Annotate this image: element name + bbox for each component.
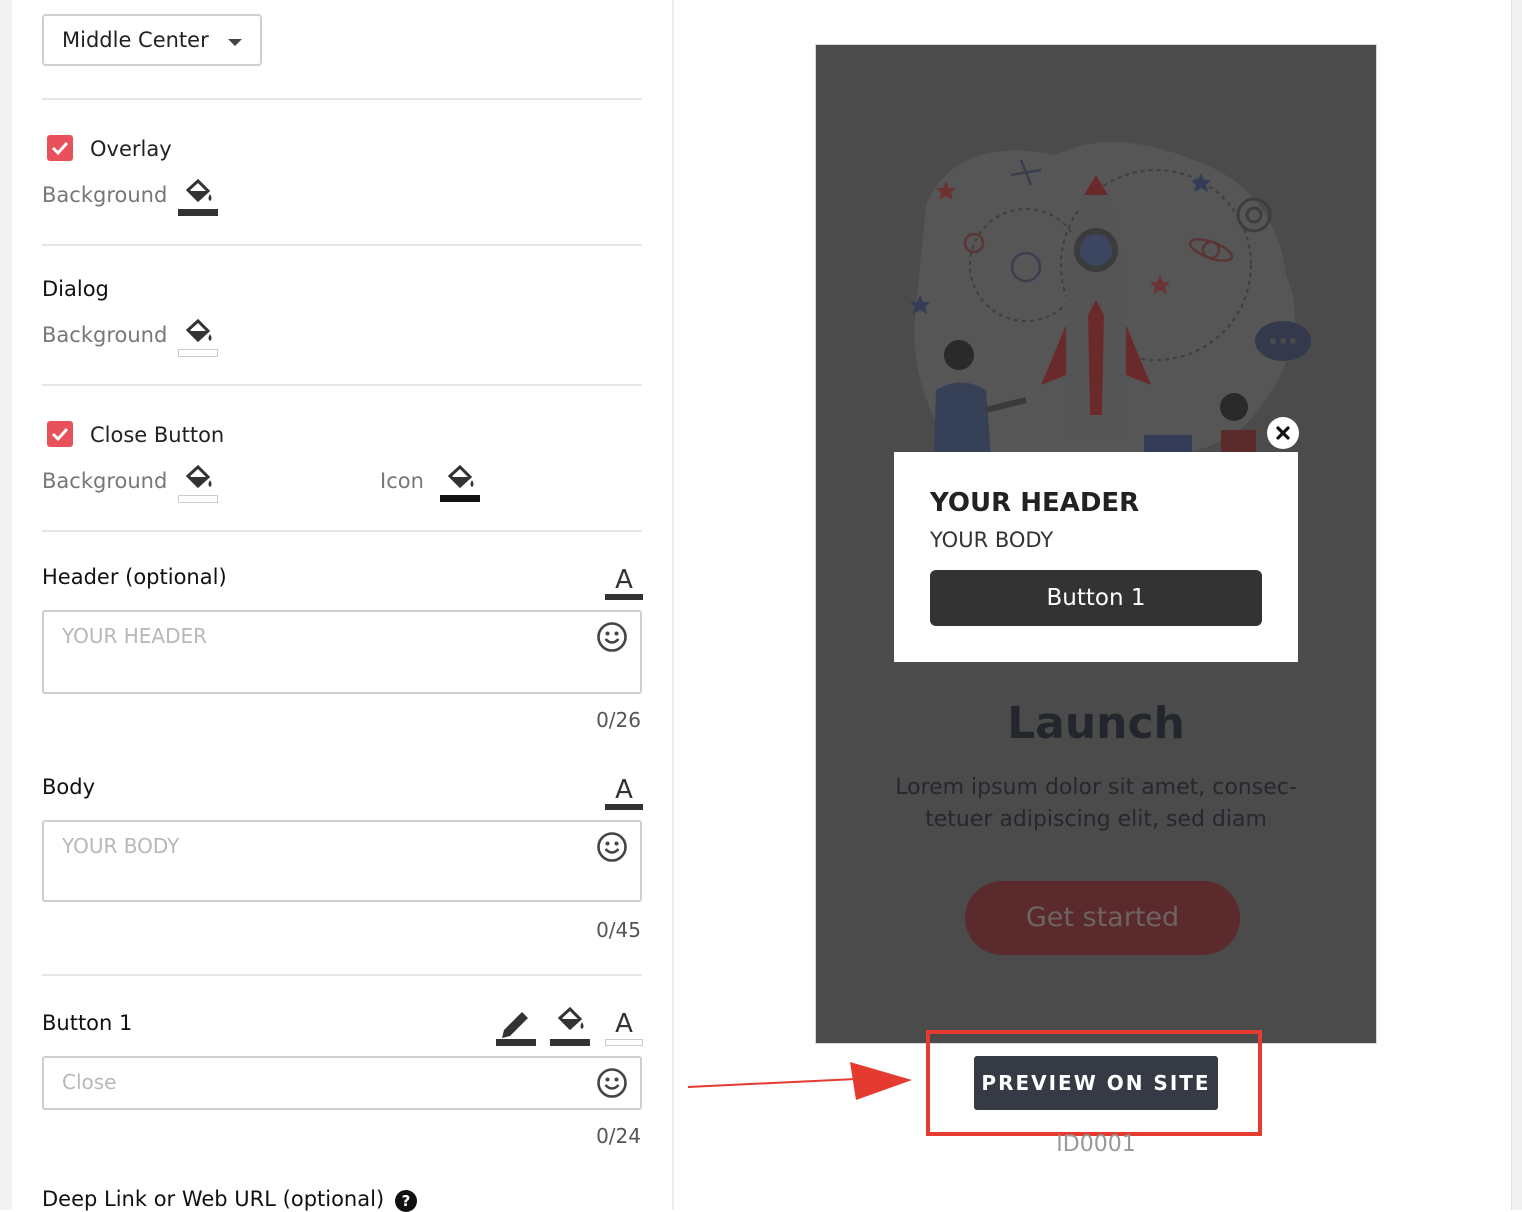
svg-text:?: ? [402, 1192, 411, 1210]
campaign-id-label: ID0001 [1056, 1132, 1136, 1157]
paint-bucket-icon [440, 464, 480, 502]
header-input[interactable]: YOUR HEADER [42, 610, 642, 694]
paint-bucket-icon [178, 464, 218, 503]
svg-text:A: A [615, 565, 633, 595]
button1-input[interactable]: Close [42, 1056, 642, 1110]
header-input-placeholder: YOUR HEADER [62, 624, 208, 648]
dialog-background-color-picker[interactable] [178, 316, 218, 360]
help-icon[interactable]: ? [395, 1190, 417, 1212]
checkmark-icon [51, 141, 69, 156]
pencil-icon [496, 1012, 536, 1046]
preview-dialog-header: YOUR HEADER [930, 488, 1140, 518]
panel-divider [672, 0, 674, 1210]
close-icon [1269, 419, 1297, 447]
close-button-label: Close Button [90, 423, 225, 447]
emoji-icon[interactable] [596, 831, 628, 863]
header-text-color-picker[interactable]: A [604, 562, 644, 602]
button1-char-counter: 0/24 [596, 1124, 641, 1148]
deep-link-section-title: Deep Link or Web URL (optional) [42, 1187, 385, 1211]
divider [42, 98, 642, 100]
preview-dialog: YOUR HEADER YOUR BODY Button 1 [894, 452, 1298, 662]
body-char-counter: 0/45 [596, 918, 641, 942]
left-edge [0, 0, 12, 1210]
close-icon-label: Icon [380, 469, 424, 493]
divider [42, 384, 642, 386]
close-button-checkbox[interactable] [47, 421, 73, 447]
position-select[interactable]: Middle Center [42, 14, 262, 66]
preview-dialog-button[interactable]: Button 1 [930, 570, 1262, 626]
divider [42, 244, 642, 246]
annotation-arrow-icon [688, 1062, 912, 1100]
preview-bg-text: Lorem ipsum dolor sit amet, consec- tetu… [815, 772, 1377, 836]
button1-background-color-picker[interactable] [550, 1004, 590, 1048]
text-color-icon: A [605, 775, 643, 810]
header-char-counter: 0/26 [596, 708, 641, 732]
body-text-color-picker[interactable]: A [604, 772, 644, 812]
chevron-down-icon [228, 39, 242, 46]
preview-bg-title: Launch [1007, 698, 1185, 749]
button1-text-color-picker[interactable]: A [604, 1006, 644, 1048]
annotation-highlight-box [926, 1030, 1262, 1136]
overlay-label: Overlay [90, 137, 172, 161]
body-input-placeholder: YOUR BODY [62, 834, 180, 858]
paint-bucket-icon [178, 178, 218, 216]
svg-text:A: A [615, 1009, 633, 1039]
body-section-title: Body [42, 775, 96, 799]
text-color-icon: A [605, 1009, 643, 1046]
preview-bg-button: Get started [965, 881, 1240, 955]
header-section-title: Header (optional) [42, 565, 227, 589]
svg-text:A: A [615, 775, 633, 805]
divider [42, 530, 642, 532]
preview-bg-text-line: Lorem ipsum dolor sit amet, consec- [895, 775, 1297, 800]
preview-dialog-close-button[interactable] [1267, 417, 1299, 449]
overlay-checkbox[interactable] [47, 135, 73, 161]
right-scrollbar[interactable] [1511, 0, 1522, 1210]
dialog-background-label: Background [42, 323, 168, 347]
checkmark-icon [51, 427, 69, 442]
close-background-label: Background [42, 469, 168, 493]
position-select-value: Middle Center [62, 28, 209, 52]
button1-section-title: Button 1 [42, 1011, 133, 1035]
close-icon-color-picker[interactable] [440, 462, 480, 506]
dialog-section-title: Dialog [42, 277, 109, 301]
text-color-icon: A [605, 565, 643, 600]
paint-bucket-icon [550, 1006, 590, 1046]
close-background-color-picker[interactable] [178, 462, 218, 506]
emoji-icon[interactable] [596, 621, 628, 653]
button1-border-color-picker[interactable] [496, 1006, 536, 1048]
preview-dialog-body: YOUR BODY [930, 528, 1054, 552]
divider [42, 974, 642, 976]
paint-bucket-icon [178, 318, 218, 357]
overlay-background-label: Background [42, 183, 168, 207]
preview-bg-text-line: tetuer adipiscing elit, sed diam [925, 807, 1267, 832]
overlay-background-color-picker[interactable] [178, 176, 218, 220]
button1-input-placeholder: Close [62, 1070, 117, 1094]
emoji-icon[interactable] [596, 1067, 628, 1099]
body-input[interactable]: YOUR BODY [42, 820, 642, 902]
